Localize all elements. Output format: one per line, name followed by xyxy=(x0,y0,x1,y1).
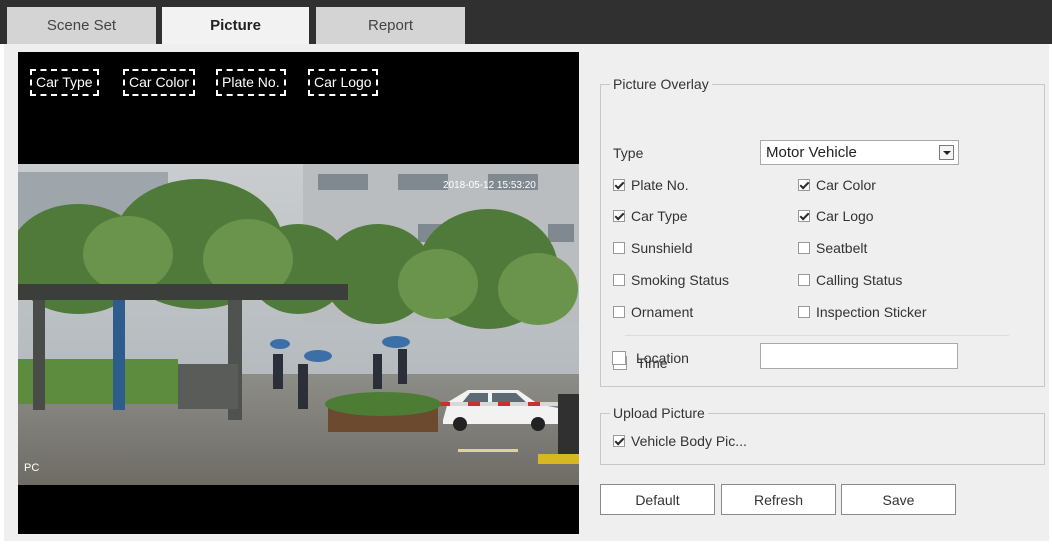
tab-report[interactable]: Report xyxy=(316,7,465,44)
checkbox-seatbelt[interactable]: Seatbelt xyxy=(798,240,867,256)
checkbox-label: Inspection Sticker xyxy=(816,304,927,320)
checkbox-car-type[interactable]: Car Type xyxy=(613,208,688,224)
checkbox-label: Vehicle Body Pic... xyxy=(631,433,747,449)
checkbox-label: Location xyxy=(636,350,689,366)
upload-picture-group: Upload Picture Vehicle Body Pic... xyxy=(600,405,1045,465)
checkbox-plate-no[interactable]: Plate No. xyxy=(613,177,689,193)
checkbox-label: Smoking Status xyxy=(631,272,730,288)
picture-overlay-group: Picture Overlay Type Motor Vehicle Plate… xyxy=(600,76,1045,387)
checkbox-label: Car Logo xyxy=(816,208,874,224)
checkbox-icon[interactable] xyxy=(612,351,626,365)
overlay-tag-car-color[interactable]: Car Color xyxy=(123,69,195,96)
type-label: Type xyxy=(613,145,644,161)
checkbox-icon[interactable] xyxy=(798,274,810,286)
content-panel: Car Type Car Color Plate No. Car Logo 20… xyxy=(4,44,1049,541)
checkbox-label: Seatbelt xyxy=(816,240,868,256)
checkbox-icon[interactable] xyxy=(613,210,625,222)
checkbox-vehicle-body-pic[interactable]: Vehicle Body Pic... xyxy=(613,433,747,449)
checkbox-label: Car Type xyxy=(631,208,688,224)
checkbox-icon[interactable] xyxy=(613,179,625,191)
save-button[interactable]: Save xyxy=(841,484,956,515)
checkbox-label: Sunshield xyxy=(631,240,693,256)
checkbox-icon[interactable] xyxy=(798,179,810,191)
chevron-down-icon[interactable] xyxy=(939,145,954,160)
snapshot-corner-text: PC xyxy=(24,462,40,474)
checkbox-icon[interactable] xyxy=(613,306,625,318)
checkbox-label: Plate No. xyxy=(631,177,689,193)
upload-picture-legend: Upload Picture xyxy=(610,405,708,421)
divider xyxy=(625,335,1009,336)
refresh-button[interactable]: Refresh xyxy=(721,484,836,515)
checkbox-car-color[interactable]: Car Color xyxy=(798,177,876,193)
checkbox-sunshield[interactable]: Sunshield xyxy=(613,240,693,256)
checkbox-location[interactable]: Location xyxy=(612,350,689,366)
checkbox-label: Calling Status xyxy=(816,272,903,288)
picture-overlay-legend: Picture Overlay xyxy=(610,76,712,92)
picture-preview: Car Type Car Color Plate No. Car Logo 20… xyxy=(18,52,579,534)
checkbox-icon[interactable] xyxy=(613,435,625,447)
snapshot-timestamp: 2018-05-12 15:53:20 xyxy=(443,180,536,191)
overlay-tag-car-type[interactable]: Car Type xyxy=(30,69,99,96)
checkbox-icon[interactable] xyxy=(613,242,625,254)
type-select-value: Motor Vehicle xyxy=(766,144,857,161)
checkbox-label: Ornament xyxy=(631,304,694,320)
overlay-tag-plate-no[interactable]: Plate No. xyxy=(216,69,286,96)
checkbox-car-logo[interactable]: Car Logo xyxy=(798,208,874,224)
type-select[interactable]: Motor Vehicle xyxy=(760,140,959,165)
checkbox-icon[interactable] xyxy=(798,242,810,254)
camera-snapshot xyxy=(18,164,579,485)
overlay-tag-car-logo[interactable]: Car Logo xyxy=(308,69,378,96)
checkbox-icon[interactable] xyxy=(613,274,625,286)
checkbox-ornament[interactable]: Ornament xyxy=(613,304,693,320)
tab-scene-set[interactable]: Scene Set xyxy=(7,7,156,44)
tab-bar: Scene Set Picture Report xyxy=(0,0,1052,44)
checkbox-calling-status[interactable]: Calling Status xyxy=(798,272,902,288)
location-input[interactable] xyxy=(760,343,958,369)
checkbox-icon[interactable] xyxy=(798,210,810,222)
checkbox-icon[interactable] xyxy=(798,306,810,318)
checkbox-label: Car Color xyxy=(816,177,876,193)
default-button[interactable]: Default xyxy=(600,484,715,515)
checkbox-inspection-sticker[interactable]: Inspection Sticker xyxy=(798,304,927,320)
checkbox-smoking-status[interactable]: Smoking Status xyxy=(613,272,729,288)
tab-picture[interactable]: Picture xyxy=(162,7,309,44)
